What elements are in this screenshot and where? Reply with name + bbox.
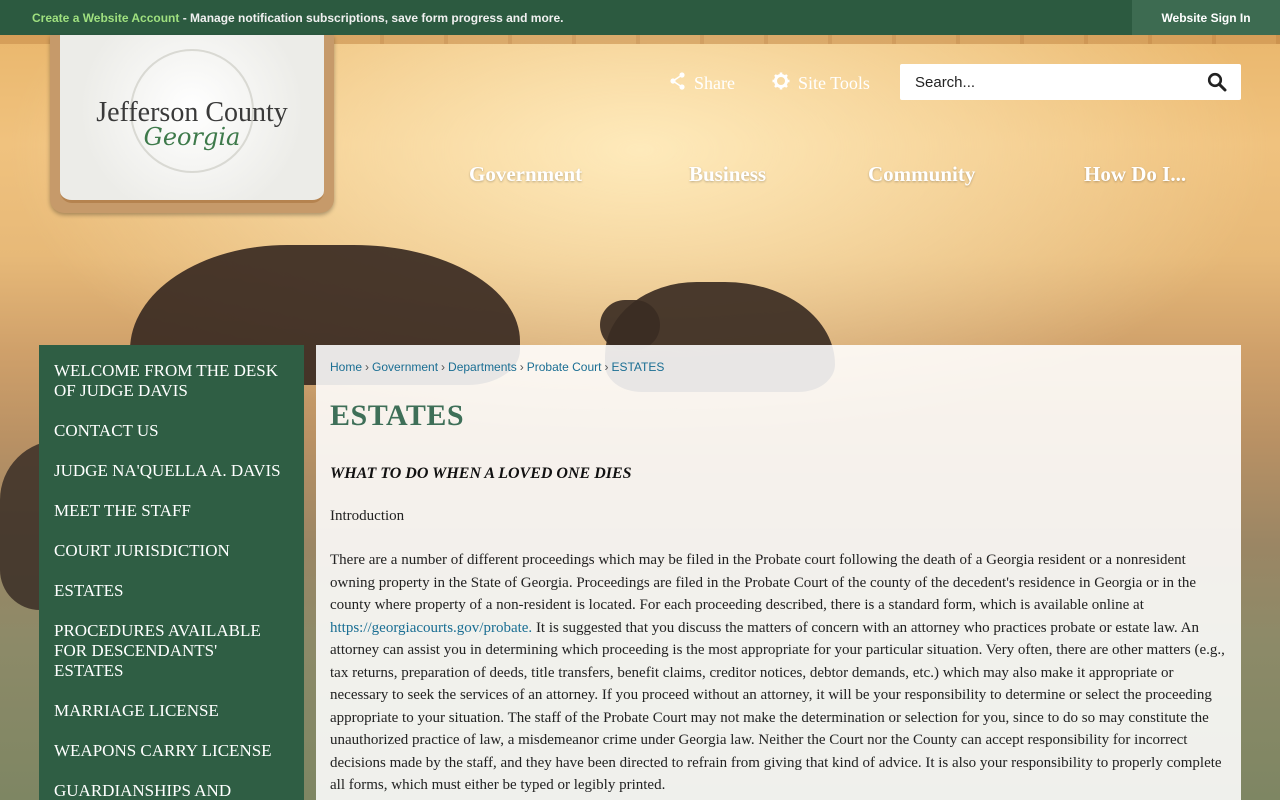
breadcrumb-government[interactable]: Government [372,360,438,374]
sign-in-button[interactable]: Website Sign In [1132,0,1280,35]
breadcrumb: Home › Government › Departments › Probate Cour… [330,360,1227,374]
sidebar-item-court-jurisdiction[interactable]: Court Jurisdiction [39,541,304,561]
account-bar: Create a Website Account - Manage notifi… [0,0,1280,35]
breadcrumb-estates[interactable]: ESTATES [611,360,664,374]
site-tools-label: Site Tools [798,73,870,93]
content-panel: Home › Government › Departments › Probate Cour… [316,345,1241,800]
sidebar-item-estates[interactable]: Estates [39,581,304,601]
nav-community[interactable]: Community [868,162,975,187]
sidebar-item-contact-us[interactable]: Contact Us [39,421,304,441]
account-description: - Manage notification subscriptions, sav… [179,10,564,25]
search-input[interactable] [915,73,1205,91]
paragraph-text: It is suggested that you discuss the mat… [330,619,1225,794]
site-tools-button[interactable]: Site Tools [772,72,870,95]
share-button[interactable]: Share [670,72,735,95]
account-message: Create a Website Account - Manage notifi… [32,11,563,25]
breadcrumb-home[interactable]: Home [330,360,362,374]
share-label: Share [694,73,735,93]
paragraph-text: There are a number of different proceedi… [330,552,1197,613]
sidebar-item-guardianships[interactable]: Guardianships and [39,781,304,800]
nav-business[interactable]: Business [689,162,766,187]
share-icon [670,72,686,95]
search-box [900,64,1241,100]
breadcrumb-separator: › [441,360,446,374]
logo-state-name: Georgia [143,123,241,151]
sidebar-item-marriage-license[interactable]: Marriage License [39,701,304,721]
sidebar-item-welcome[interactable]: Welcome from the Desk of Judge Davis [39,361,304,401]
background-cow-silhouette [600,300,660,350]
sidebar-item-weapons-carry-license[interactable]: Weapons Carry License [39,741,304,761]
breadcrumb-separator: › [365,360,370,374]
nav-how-do-i[interactable]: How Do I... [1084,162,1186,187]
page-title: ESTATES [330,399,465,432]
main-navigation: Government Business Community How Do I..… [0,162,1280,192]
breadcrumb-separator: › [604,360,609,374]
body-paragraph: There are a number of different proceedi… [330,549,1225,797]
sidebar-item-procedures[interactable]: Procedures Available for Descendants' Es… [39,621,304,681]
intro-heading: Introduction [330,508,405,524]
sidebar-item-judge-davis[interactable]: Judge Na'Quella A. Davis [39,461,304,481]
search-icon[interactable] [1207,72,1227,92]
breadcrumb-probate-court[interactable]: Probate Court [527,360,602,374]
breadcrumb-departments[interactable]: Departments [448,360,517,374]
sidebar-item-meet-the-staff[interactable]: Meet the Staff [39,501,304,521]
sidebar-menu: Welcome from the Desk of Judge Davis Con… [39,345,304,800]
breadcrumb-separator: › [519,360,524,374]
section-subheading: WHAT TO DO WHEN A LOVED ONE DIES [330,465,632,482]
nav-government[interactable]: Government [469,162,582,187]
create-account-link[interactable]: Create a Website Account [32,11,179,25]
gear-icon [772,72,790,95]
probate-forms-link[interactable]: https://georgiacourts.gov/probate. [330,620,532,636]
